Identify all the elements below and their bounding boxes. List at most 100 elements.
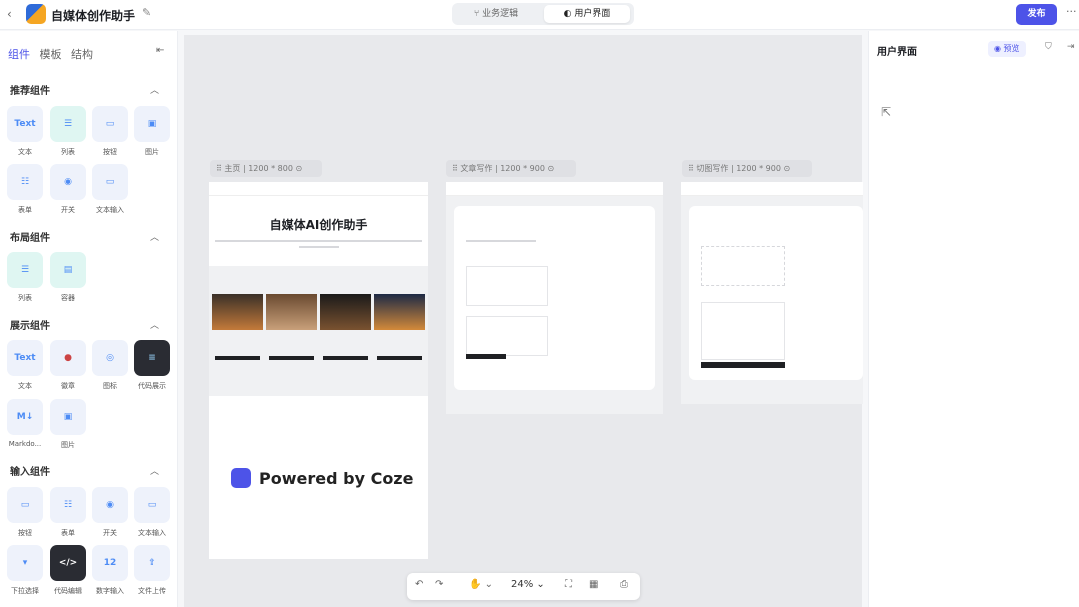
submit-button	[701, 362, 785, 368]
component-badge[interactable]: ●	[50, 340, 86, 376]
section-display-title: 展示组件	[10, 321, 50, 332]
chevron-up-icon[interactable]: ︿	[150, 318, 159, 331]
more-icon[interactable]: ···	[1066, 5, 1077, 18]
label-code-display: 代码展示	[138, 382, 166, 390]
label-dropdown: 下拉选择	[11, 587, 39, 595]
app-title: 自媒体创作助手	[51, 9, 136, 23]
form-icon: ☷	[63, 500, 73, 510]
tab-business-logic[interactable]: ⑂ 业务逻辑	[456, 5, 536, 23]
section-layout-title: 布局组件	[10, 233, 50, 244]
component-button[interactable]: ▭	[92, 106, 128, 142]
export-icon[interactable]: ⎙	[620, 579, 628, 590]
label-switch: 开关	[61, 206, 75, 214]
switch-icon: ◉	[64, 177, 72, 187]
label-layout-list: 列表	[18, 294, 32, 302]
settings-icon[interactable]: ⊙	[783, 164, 790, 173]
input-icon: ▭	[147, 500, 157, 510]
card-button	[215, 356, 260, 360]
settings-icon[interactable]: ⊙	[295, 164, 302, 173]
input-icon: ▭	[105, 177, 115, 187]
card-image	[266, 294, 317, 330]
publish-button[interactable]: 发布	[1016, 4, 1057, 25]
redo-icon[interactable]: ↷	[435, 579, 443, 590]
component-file-upload[interactable]: ⇪	[134, 545, 170, 581]
switch-icon: ◉	[106, 500, 114, 510]
tab-user-interface[interactable]: ◐ 用户界面	[544, 5, 630, 23]
component-code-editor[interactable]: </>	[50, 545, 86, 581]
chevron-up-icon[interactable]: ︿	[150, 464, 159, 477]
chevron-up-icon[interactable]: ︿	[150, 230, 159, 243]
tab-structure[interactable]: 结构	[71, 48, 93, 61]
subtitle-line	[215, 240, 422, 242]
shield-icon[interactable]: ⛉	[1045, 42, 1052, 52]
view-switcher: ⑂ 业务逻辑 ◐ 用户界面	[452, 3, 634, 25]
hand-tool-icon[interactable]: ✋ ⌄	[469, 579, 493, 590]
right-panel-title: 用户界面	[877, 47, 917, 58]
component-layout-list[interactable]: ☰	[7, 252, 43, 288]
label-file-upload: 文件上传	[138, 587, 166, 595]
component-text[interactable]: Text	[7, 106, 43, 142]
frame-label-article[interactable]: ⠿ 文章写作 | 1200 * 900 ⊙	[446, 160, 576, 177]
frame-article[interactable]	[446, 182, 663, 414]
component-dropdown[interactable]: ▾	[7, 545, 43, 581]
undo-icon[interactable]: ↶	[415, 579, 423, 590]
component-image[interactable]: ▣	[134, 106, 170, 142]
branch-icon: ⑂	[473, 9, 483, 19]
panel-collapse-icon[interactable]: ⇥	[1067, 42, 1075, 52]
back-arrow-icon[interactable]: ‹	[7, 7, 12, 21]
component-display-text[interactable]: Text	[7, 340, 43, 376]
component-text-input[interactable]: ▭	[92, 164, 128, 200]
tab-components[interactable]: 组件	[8, 48, 30, 61]
label-text-input: 文本输入	[96, 206, 124, 214]
image-icon: ▣	[147, 119, 157, 129]
tab-templates[interactable]: 模板	[40, 48, 62, 61]
frame-image-writing[interactable]	[681, 182, 863, 404]
powered-by-badge: Powered by Coze	[231, 468, 413, 488]
number-input-icon: 12	[103, 558, 117, 568]
component-container[interactable]: ▤	[50, 252, 86, 288]
fit-screen-icon[interactable]: ⛶	[565, 579, 572, 590]
collapse-panel-icon[interactable]: ⇤	[156, 45, 164, 56]
edit-icon[interactable]: ✎	[142, 6, 151, 19]
label-markdown: Markdo...	[8, 440, 42, 448]
list-icon: ☰	[20, 265, 30, 275]
frame-label-home[interactable]: ⠿ 主页 | 1200 * 800 ⊙	[210, 160, 322, 177]
settings-icon[interactable]: ⊙	[547, 164, 554, 173]
eye-icon: ◉	[994, 44, 1004, 53]
article-form-card	[454, 206, 655, 390]
component-code-display[interactable]: ≡	[134, 340, 170, 376]
coze-logo-icon	[231, 468, 251, 488]
component-form[interactable]: ☷	[7, 164, 43, 200]
component-input-text[interactable]: ▭	[134, 487, 170, 523]
component-input-button[interactable]: ▭	[7, 487, 43, 523]
form-line	[466, 240, 536, 242]
label-form: 表单	[18, 206, 32, 214]
zoom-level[interactable]: 24% ⌄	[511, 579, 545, 590]
frame-label-image-writing[interactable]: ⠿ 切图写作 | 1200 * 900 ⊙	[682, 160, 812, 177]
preview-button[interactable]: ◉ 预览	[988, 41, 1026, 57]
component-icon[interactable]: ◎	[92, 340, 128, 376]
text-icon: Text	[14, 119, 36, 129]
component-number-input[interactable]: 12	[92, 545, 128, 581]
frame-home[interactable]: 自媒体AI创作助手 Powered by Coze	[209, 182, 428, 559]
component-switch[interactable]: ◉	[50, 164, 86, 200]
card-image	[374, 294, 425, 330]
component-input-switch[interactable]: ◉	[92, 487, 128, 523]
chevron-up-icon[interactable]: ︿	[150, 83, 159, 96]
palette-icon: ◐	[563, 9, 575, 19]
upload-area	[701, 246, 785, 286]
component-input-form[interactable]: ☷	[50, 487, 86, 523]
component-list[interactable]: ☰	[50, 106, 86, 142]
grid-icon[interactable]: ▦	[589, 579, 598, 590]
frame-home-heading: 自媒体AI创作助手	[269, 218, 368, 232]
component-markdown[interactable]: M↓	[7, 399, 43, 435]
section-input-title: 输入组件	[10, 467, 50, 478]
label-code-editor: 代码编辑	[54, 587, 82, 595]
text-icon: Text	[14, 353, 36, 363]
mini-nav	[446, 182, 663, 196]
card-button	[377, 356, 422, 360]
cards-area	[209, 266, 428, 396]
component-display-image[interactable]: ▣	[50, 399, 86, 435]
top-bar: ‹ 自媒体创作助手 ✎ ⑂ 业务逻辑 ◐ 用户界面 发布 ···	[0, 0, 1079, 30]
badge-icon: ●	[64, 353, 72, 363]
